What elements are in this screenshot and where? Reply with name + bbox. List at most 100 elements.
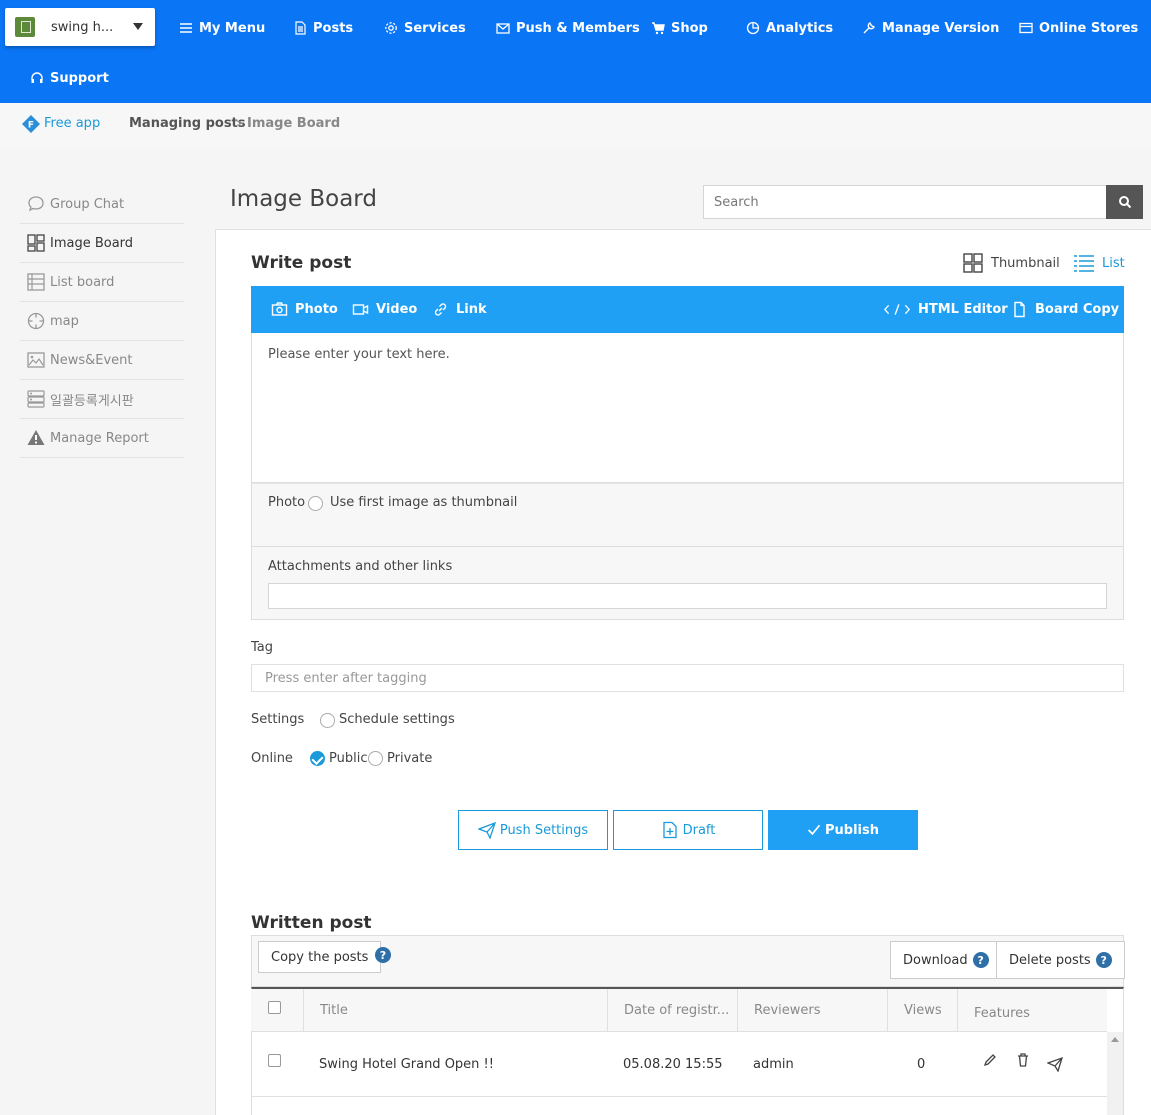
wrench-icon	[862, 21, 876, 35]
row-views: 0	[917, 1057, 926, 1072]
sidebar: Group Chat Image Board List board map Ne…	[20, 185, 184, 458]
post-body-editor[interactable]	[251, 333, 1124, 483]
nav-analytics[interactable]: Analytics	[746, 18, 833, 38]
nav-online-stores[interactable]: Online Stores	[1019, 18, 1138, 38]
nav-label: Analytics	[766, 20, 834, 36]
write-post-heading: Write post	[251, 253, 352, 273]
private-option-label[interactable]: Private	[387, 751, 432, 766]
search-input[interactable]	[703, 185, 1107, 219]
document-icon	[293, 21, 307, 35]
nav-shop[interactable]: Shop	[651, 18, 708, 38]
publish-button[interactable]: Publish	[768, 810, 918, 850]
select-all-checkbox[interactable]	[268, 1001, 281, 1014]
copy-posts-help-icon[interactable]: ?	[375, 947, 391, 963]
nav-label: Services	[404, 20, 466, 36]
nav-my-menu[interactable]: My Menu	[179, 18, 265, 38]
sidebar-item-label: 일괄등록게시판	[50, 393, 134, 409]
page-title: Image Board	[230, 186, 377, 212]
column-header-reviewers[interactable]: Reviewers	[737, 989, 887, 1032]
toolbar-photo-button[interactable]: Photo	[271, 286, 338, 333]
toolbar-link-button[interactable]: Link	[432, 286, 487, 333]
column-header-label: Date of registr...	[624, 1003, 730, 1018]
sidebar-item-image-board[interactable]: Image Board	[20, 224, 184, 263]
sidebar-item-list-board[interactable]: List board	[20, 263, 184, 302]
photo-options-row	[251, 483, 1124, 547]
thumbnail-option-label[interactable]: Use first image as thumbnail	[330, 495, 517, 510]
send-plane-icon[interactable]	[1047, 1056, 1063, 1072]
scroll-up-arrow-icon[interactable]	[1111, 1037, 1119, 1042]
online-label: Online	[251, 751, 293, 766]
tag-input[interactable]	[251, 664, 1124, 692]
copy-posts-button[interactable]: Copy the posts	[258, 941, 382, 973]
draft-button[interactable]: Draft	[613, 810, 763, 850]
sidebar-item-label: Image Board	[50, 235, 134, 251]
pie-chart-icon	[746, 21, 760, 35]
sidebar-item-manage-report[interactable]: Manage Report	[20, 419, 184, 458]
table-scrollbar[interactable]	[1107, 1032, 1123, 1115]
delete-posts-button[interactable]: Delete posts ?	[996, 941, 1125, 979]
sidebar-item-bulk-board[interactable]: 일괄등록게시판	[20, 380, 184, 419]
attachments-input[interactable]	[268, 583, 1107, 609]
toolbar-video-button[interactable]: Video	[352, 286, 417, 333]
column-header-views[interactable]: Views	[887, 989, 957, 1032]
breadcrumb-managing-posts[interactable]: Managing posts	[129, 116, 246, 131]
sidebar-item-news-event[interactable]: News&Event	[20, 341, 184, 380]
download-help-icon[interactable]: ?	[972, 952, 989, 968]
toolbar-board-copy-button[interactable]: Board Copy	[1011, 286, 1119, 333]
column-header-label: Reviewers	[754, 1003, 821, 1018]
push-settings-label: Push Settings	[499, 822, 589, 838]
sidebar-item-map[interactable]: map	[20, 302, 184, 341]
image-grid-icon	[26, 233, 46, 253]
menu-lines-icon	[179, 21, 193, 35]
sidebar-item-label: News&Event	[50, 352, 133, 368]
nav-label: Push & Members	[516, 20, 640, 36]
code-brackets-icon	[883, 304, 911, 315]
link-chain-icon	[434, 303, 447, 316]
row-checkbox[interactable]	[268, 1054, 281, 1067]
nav-posts[interactable]: Posts	[293, 18, 353, 38]
written-post-heading: Written post	[251, 913, 372, 933]
public-radio[interactable]	[310, 751, 325, 766]
column-header-title[interactable]: Title	[303, 989, 607, 1032]
toolbar-html-editor-button[interactable]: HTML Editor	[883, 286, 1008, 333]
camera-icon	[271, 302, 288, 316]
sidebar-item-label: Manage Report	[50, 430, 149, 446]
view-list-toggle[interactable]: List	[1073, 253, 1125, 273]
trash-icon[interactable]	[1015, 1052, 1031, 1068]
sidebar-item-group-chat[interactable]: Group Chat	[20, 185, 184, 224]
view-thumbnail-toggle[interactable]: Thumbnail	[962, 253, 1060, 273]
push-settings-button[interactable]: Push Settings	[458, 810, 608, 850]
private-radio[interactable]	[368, 751, 383, 766]
thumbnail-radio[interactable]	[308, 496, 323, 511]
toolbar-board-copy-label: Board Copy	[1035, 302, 1120, 317]
bulk-board-icon	[26, 389, 46, 409]
publish-label: Publish	[825, 822, 879, 838]
nav-manage-version[interactable]: Manage Version	[862, 18, 999, 38]
nav-services[interactable]: Services	[384, 18, 466, 38]
svg-text:F: F	[28, 121, 34, 131]
column-header-label: Views	[904, 1003, 942, 1018]
toolbar-html-editor-label: HTML Editor	[918, 302, 1008, 317]
public-option-label[interactable]: Public	[329, 751, 367, 766]
paper-plane-icon	[477, 821, 496, 839]
row-title[interactable]: Swing Hotel Grand Open !!	[319, 1057, 494, 1072]
app-logo-icon	[15, 17, 35, 37]
toolbar-link-label: Link	[456, 302, 487, 317]
sidebar-item-label: map	[50, 313, 79, 329]
download-button[interactable]: Download ?	[890, 941, 1002, 979]
nav-support[interactable]: Support	[30, 68, 109, 88]
column-header-date[interactable]: Date of registr...	[607, 989, 737, 1032]
edit-pencil-icon[interactable]	[982, 1052, 998, 1068]
breadcrumb-free-app[interactable]: Free app	[44, 116, 100, 131]
schedule-settings-radio[interactable]	[320, 713, 335, 728]
attachments-label: Attachments and other links	[268, 559, 453, 574]
app-selector[interactable]: swing h...	[5, 8, 155, 46]
copy-document-icon	[1014, 301, 1025, 318]
nav-push-members[interactable]: Push & Members	[496, 18, 640, 38]
schedule-settings-label[interactable]: Schedule settings	[339, 712, 455, 727]
envelope-icon	[496, 21, 510, 35]
sidebar-item-label: Group Chat	[50, 196, 125, 212]
delete-posts-help-icon[interactable]: ?	[1095, 952, 1112, 968]
search-button[interactable]	[1106, 185, 1143, 219]
view-thumbnail-label: Thumbnail	[991, 255, 1060, 271]
